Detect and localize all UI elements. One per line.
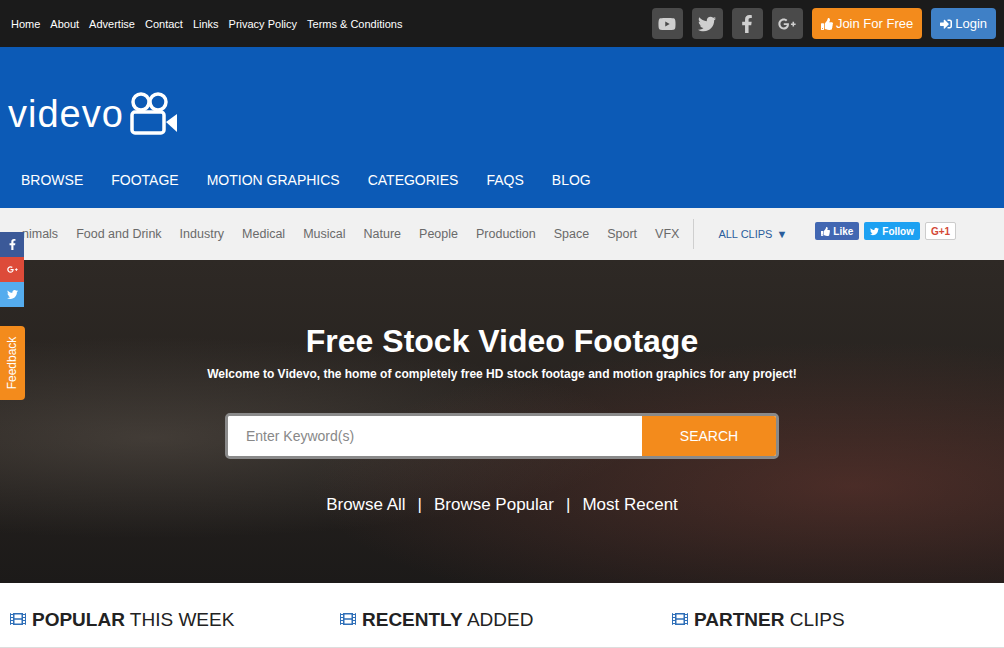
nav-item[interactable]: BROWSE [21,172,83,188]
category-list: nimals Food and Drink Industry Medical Music… [22,227,679,241]
follow-button[interactable]: Follow [864,222,920,240]
nav-item[interactable]: BLOG [552,172,591,188]
twitter-icon[interactable] [692,8,723,39]
twitter-icon [870,227,879,236]
nav-item[interactable]: FAQS [486,172,523,188]
top-link[interactable]: Contact [145,18,183,30]
twitter-icon[interactable] [0,282,24,307]
category-strip: nimals Food and Drink Industry Medical Music… [0,208,1004,260]
top-link[interactable]: About [50,18,79,30]
main-nav: BROWSE FOOTAGE MOTION GRAPHICS CATEGORIES FA… [0,158,1004,208]
page: Home About Advertise Contact Links Privacy Po… [0,0,1004,648]
category-item[interactable]: Food and Drink [76,227,161,241]
logo-text: videvo [8,95,124,133]
category-item[interactable]: Space [554,227,589,241]
header: videvo BROWSE FOOTAGE MOTION GRAPHICS CATEGO… [0,47,1004,208]
like-button[interactable]: Like [815,222,859,240]
hero: Free Stock Video Footage Welcome to Videv… [0,260,1004,583]
feedback-tab[interactable]: Feedback [0,326,25,400]
category-item[interactable]: Musical [303,227,345,241]
thumbs-up-icon [821,18,833,30]
search-button[interactable]: SEARCH [642,416,776,456]
top-link[interactable]: Terms & Conditions [307,18,402,30]
top-link[interactable]: Home [11,18,40,30]
nav-item[interactable]: MOTION GRAPHICS [207,172,340,188]
top-bar: Home About Advertise Contact Links Privacy Po… [0,0,1004,47]
facebook-icon[interactable] [0,232,24,257]
top-link[interactable]: Privacy Policy [229,18,297,30]
logo[interactable]: videvo [0,47,1004,158]
top-link[interactable]: Links [193,18,219,30]
share-buttons: Like Follow G+1 [815,222,956,240]
sign-in-icon [940,18,952,30]
category-item[interactable]: People [419,227,458,241]
login-button[interactable]: Login [931,8,996,39]
youtube-icon[interactable] [652,8,683,39]
category-item[interactable]: VFX [655,227,679,241]
thumbs-up-icon [821,227,830,236]
separator: | [566,495,570,515]
join-button[interactable]: Join For Free [812,8,922,39]
nav-item[interactable]: FOOTAGE [111,172,178,188]
top-actions: Join For Free Login [652,8,996,39]
category-item[interactable]: Production [476,227,536,241]
hero-link[interactable]: Browse All [326,495,405,515]
hero-subtitle: Welcome to Videvo, the home of completel… [207,367,797,381]
google-plus-icon[interactable] [0,257,24,282]
side-share [0,232,24,307]
film-icon [10,611,26,627]
section-heading: PARTNER CLIPS [672,609,1004,647]
hero-link[interactable]: Most Recent [582,495,677,515]
facebook-icon[interactable] [732,8,763,39]
film-icon [340,611,356,627]
hero-link[interactable]: Browse Popular [434,495,554,515]
category-item[interactable]: Nature [364,227,402,241]
plus-one-button[interactable]: G+1 [925,222,956,240]
category-item[interactable]: Industry [180,227,224,241]
section-heading: RECENTLY ADDED [340,609,672,647]
section-heading: POPULAR THIS WEEK [10,609,340,647]
category-item[interactable]: Medical [242,227,285,241]
category-item[interactable]: nimals [22,227,58,241]
top-links: Home About Advertise Contact Links Privacy Po… [11,18,402,30]
film-icon [672,611,688,627]
category-item[interactable]: Sport [607,227,637,241]
feedback-label: Feedback [6,337,20,390]
search-box: SEARCH [225,413,779,459]
hero-title: Free Stock Video Footage [306,324,698,359]
search-input[interactable] [228,416,642,456]
nav-item[interactable]: CATEGORIES [368,172,459,188]
google-plus-icon[interactable] [772,8,803,39]
sections: POPULAR THIS WEEKRECENTLY ADDEDPARTNER C… [0,583,1004,648]
separator: | [418,495,422,515]
hero-links: Browse All | Browse Popular | Most Recent [326,495,678,515]
divider [693,219,694,249]
top-link[interactable]: Advertise [89,18,135,30]
camera-icon [129,92,179,136]
all-clips-dropdown[interactable]: ALL CLIPS▼ [718,228,787,240]
